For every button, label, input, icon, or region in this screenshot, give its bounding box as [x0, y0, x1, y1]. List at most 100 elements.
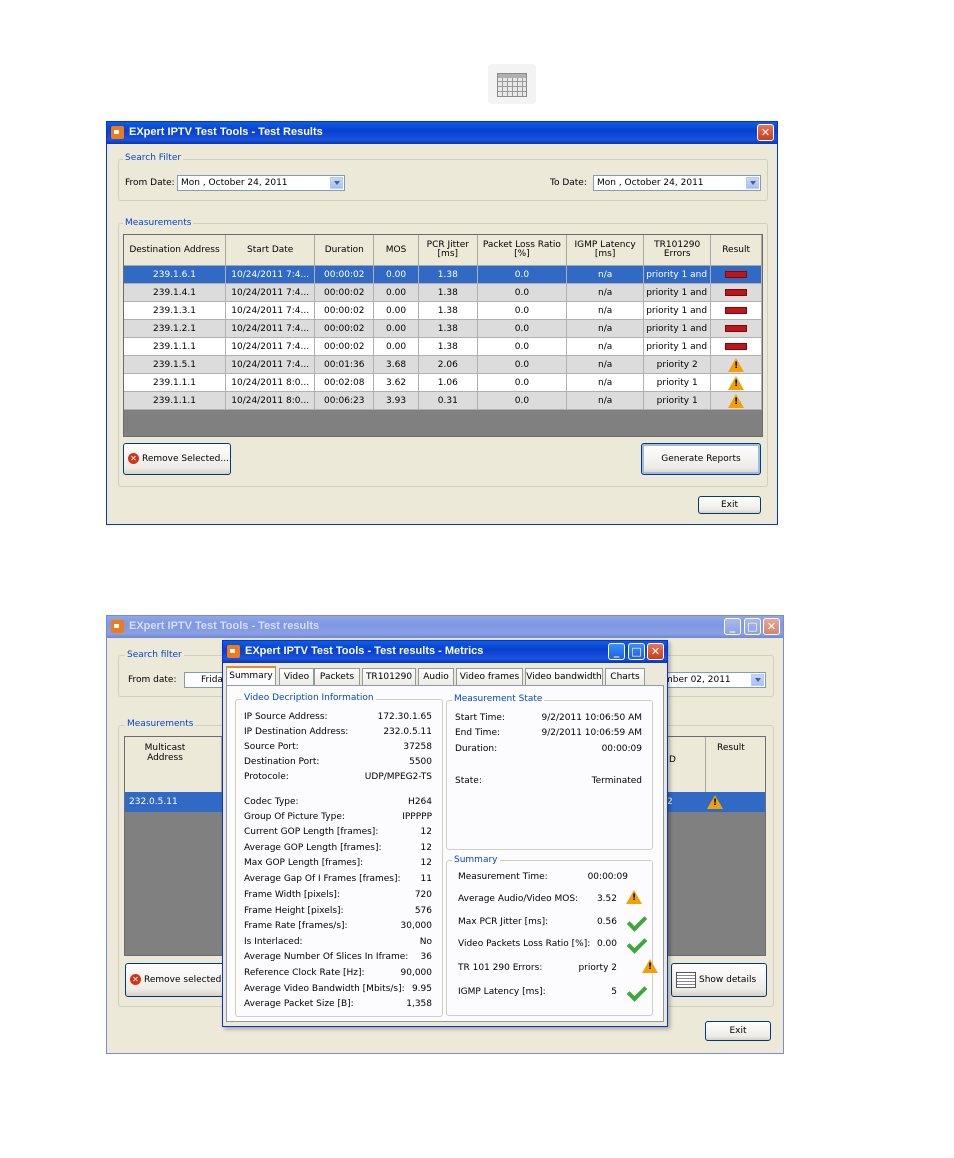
remove-selected-button[interactable]: ✕ Remove Selected...: [123, 443, 231, 475]
video-info-label: Reference Clock Rate [Hz]:: [244, 968, 365, 978]
table-row[interactable]: 239.1.1.1 10/24/2011 7:4... 00:00:02 0.00 1.…: [124, 337, 762, 356]
cell-start: 10/24/2011 7:4...: [225, 301, 316, 320]
app-icon: [227, 645, 240, 658]
cell-result: [710, 373, 762, 392]
tab-video[interactable]: Video: [279, 668, 314, 685]
close-button[interactable]: ✕: [763, 618, 780, 635]
calendar-icon[interactable]: [488, 64, 536, 104]
measurements-label: Measurements: [123, 218, 194, 228]
column-header[interactable]: Destination Address: [124, 235, 226, 266]
to-date-picker[interactable]: mber 02, 2011: [660, 672, 766, 688]
table-row[interactable]: 239.1.2.1 10/24/2011 7:4... 00:00:02 0.00 1.…: [124, 319, 762, 338]
video-info-value: 172.30.1.65: [377, 712, 432, 722]
chevron-down-icon[interactable]: [751, 674, 764, 686]
column-header[interactable]: Result: [710, 235, 762, 266]
error-bar-icon: [725, 270, 748, 278]
state-value: Terminated: [591, 776, 642, 786]
maximize-button[interactable]: □: [744, 618, 761, 635]
cell-tr: priority 2: [643, 355, 712, 374]
cell-igmp: n/a: [566, 373, 645, 392]
minimize-button[interactable]: _: [608, 643, 625, 660]
column-header[interactable]: Duration: [314, 235, 375, 266]
cell-dur: 00:00:02: [314, 337, 375, 356]
end-time-value: 9/2/2011 10:06:59 AM: [541, 728, 643, 738]
video-info-value: 576: [414, 906, 432, 916]
table-row[interactable]: 239.1.5.1 10/24/2011 7:4... 00:01:36 3.68 2.…: [124, 355, 762, 374]
cell-tr: priority 1 and 2: [643, 337, 712, 356]
video-info-value: 12: [420, 843, 432, 853]
tab-packets[interactable]: Packets: [314, 668, 360, 685]
video-info-value: 720: [414, 890, 432, 900]
tab-audio[interactable]: Audio: [418, 668, 454, 685]
cell-addr: 239.1.3.1: [124, 301, 226, 320]
show-details-button[interactable]: Show details: [671, 963, 767, 997]
summary-value: 3.52: [596, 894, 617, 904]
error-bar-icon: [725, 324, 748, 332]
cell-tr: priority 1 and 2: [643, 265, 712, 284]
maximize-button[interactable]: □: [628, 643, 645, 660]
chevron-down-icon[interactable]: [330, 177, 343, 189]
column-header[interactable]: IGMP Latency [ms]: [566, 235, 645, 266]
cell-result: [710, 391, 762, 410]
video-info-value: 90,000: [400, 968, 433, 978]
column-header-result[interactable]: Result: [717, 743, 745, 753]
cell-start: 10/24/2011 7:4...: [225, 337, 316, 356]
tab-summary[interactable]: Summary: [226, 666, 276, 686]
tab-tr101290[interactable]: TR101290: [362, 668, 416, 685]
generate-reports-button[interactable]: Generate Reports: [641, 443, 761, 475]
error-bar-icon: [725, 288, 748, 296]
table-row[interactable]: 239.1.1.1 10/24/2011 8:0... 00:02:08 3.62 1.…: [124, 373, 762, 392]
tab-video-bandwidth[interactable]: Video bandwidth: [525, 668, 603, 685]
cell-igmp: n/a: [566, 301, 645, 320]
column-header[interactable]: Start Date: [225, 235, 316, 266]
cell-start: 10/24/2011 8:0...: [225, 391, 316, 410]
cell-plr: 0.0: [477, 301, 568, 320]
cell-igmp: n/a: [566, 337, 645, 356]
cell-result: [710, 337, 762, 356]
column-header[interactable]: MOS: [373, 235, 419, 266]
tab-charts[interactable]: Charts: [605, 668, 645, 685]
table-row[interactable]: 239.1.4.1 10/24/2011 7:4... 00:00:02 0.00 1.…: [124, 283, 762, 302]
cell-start: 10/24/2011 8:0...: [225, 373, 316, 392]
from-date-label: From Date:: [125, 178, 175, 188]
cell-addr: 239.1.1.1: [124, 337, 226, 356]
cell-plr: 0.0: [477, 337, 568, 356]
column-header-multicast[interactable]: Multicast Address: [135, 743, 195, 763]
cell-plr: 0.0: [477, 373, 568, 392]
warning-icon: [728, 375, 745, 390]
remove-selected-button[interactable]: ✕ Remove selected: [125, 963, 225, 997]
cell-mos: 0.00: [373, 319, 419, 338]
chevron-down-icon[interactable]: [746, 177, 759, 189]
close-button[interactable]: ✕: [757, 124, 774, 141]
table-row[interactable]: 239.1.6.1 10/24/2011 7:4... 00:00:02 0.00 1.…: [124, 265, 762, 284]
cell-tr: priority 1 and 2: [643, 283, 712, 302]
cell-dur: 00:00:02: [314, 283, 375, 302]
cell-mos: 0.00: [373, 337, 419, 356]
cell-result: [710, 283, 762, 302]
column-header[interactable]: PCR Jitter [ms]: [418, 235, 478, 266]
cell-mos: 0.00: [373, 265, 419, 284]
close-button[interactable]: ✕: [647, 643, 664, 660]
cell-dur: 00:01:36: [314, 355, 375, 374]
generate-reports-label: Generate Reports: [661, 454, 741, 464]
table-row[interactable]: 239.1.3.1 10/24/2011 7:4... 00:00:02 0.00 1.…: [124, 301, 762, 320]
app-icon: [111, 126, 124, 139]
minimize-button[interactable]: _: [724, 618, 741, 635]
exit-button[interactable]: Exit: [698, 496, 761, 514]
from-date-picker[interactable]: Mon , October 24, 2011: [177, 175, 345, 191]
cell-pcr: 1.38: [418, 283, 478, 302]
cell-tr: priority 1: [643, 391, 712, 410]
error-bar-icon: [725, 342, 748, 350]
cell-start: 10/24/2011 7:4...: [225, 319, 316, 338]
table-row[interactable]: 239.1.1.1 10/24/2011 8:0... 00:06:23 3.93 0.…: [124, 391, 762, 410]
video-info-label: Current GOP Length [frames]:: [244, 827, 379, 837]
measurements-label: Measurements: [125, 719, 196, 729]
column-header[interactable]: TR101290 Errors: [643, 235, 712, 266]
video-info-value: No: [419, 937, 432, 947]
measurements-grid[interactable]: Destination Address Start Date Duration MOS…: [123, 234, 763, 437]
summary-label: TR 101 290 Errors:: [458, 963, 543, 973]
exit-button[interactable]: Exit: [705, 1021, 771, 1041]
tab-video-frames[interactable]: Video frames: [456, 668, 523, 685]
column-header[interactable]: Packet Loss Ratio [%]: [477, 235, 568, 266]
to-date-picker[interactable]: Mon , October 24, 2011: [593, 175, 761, 191]
